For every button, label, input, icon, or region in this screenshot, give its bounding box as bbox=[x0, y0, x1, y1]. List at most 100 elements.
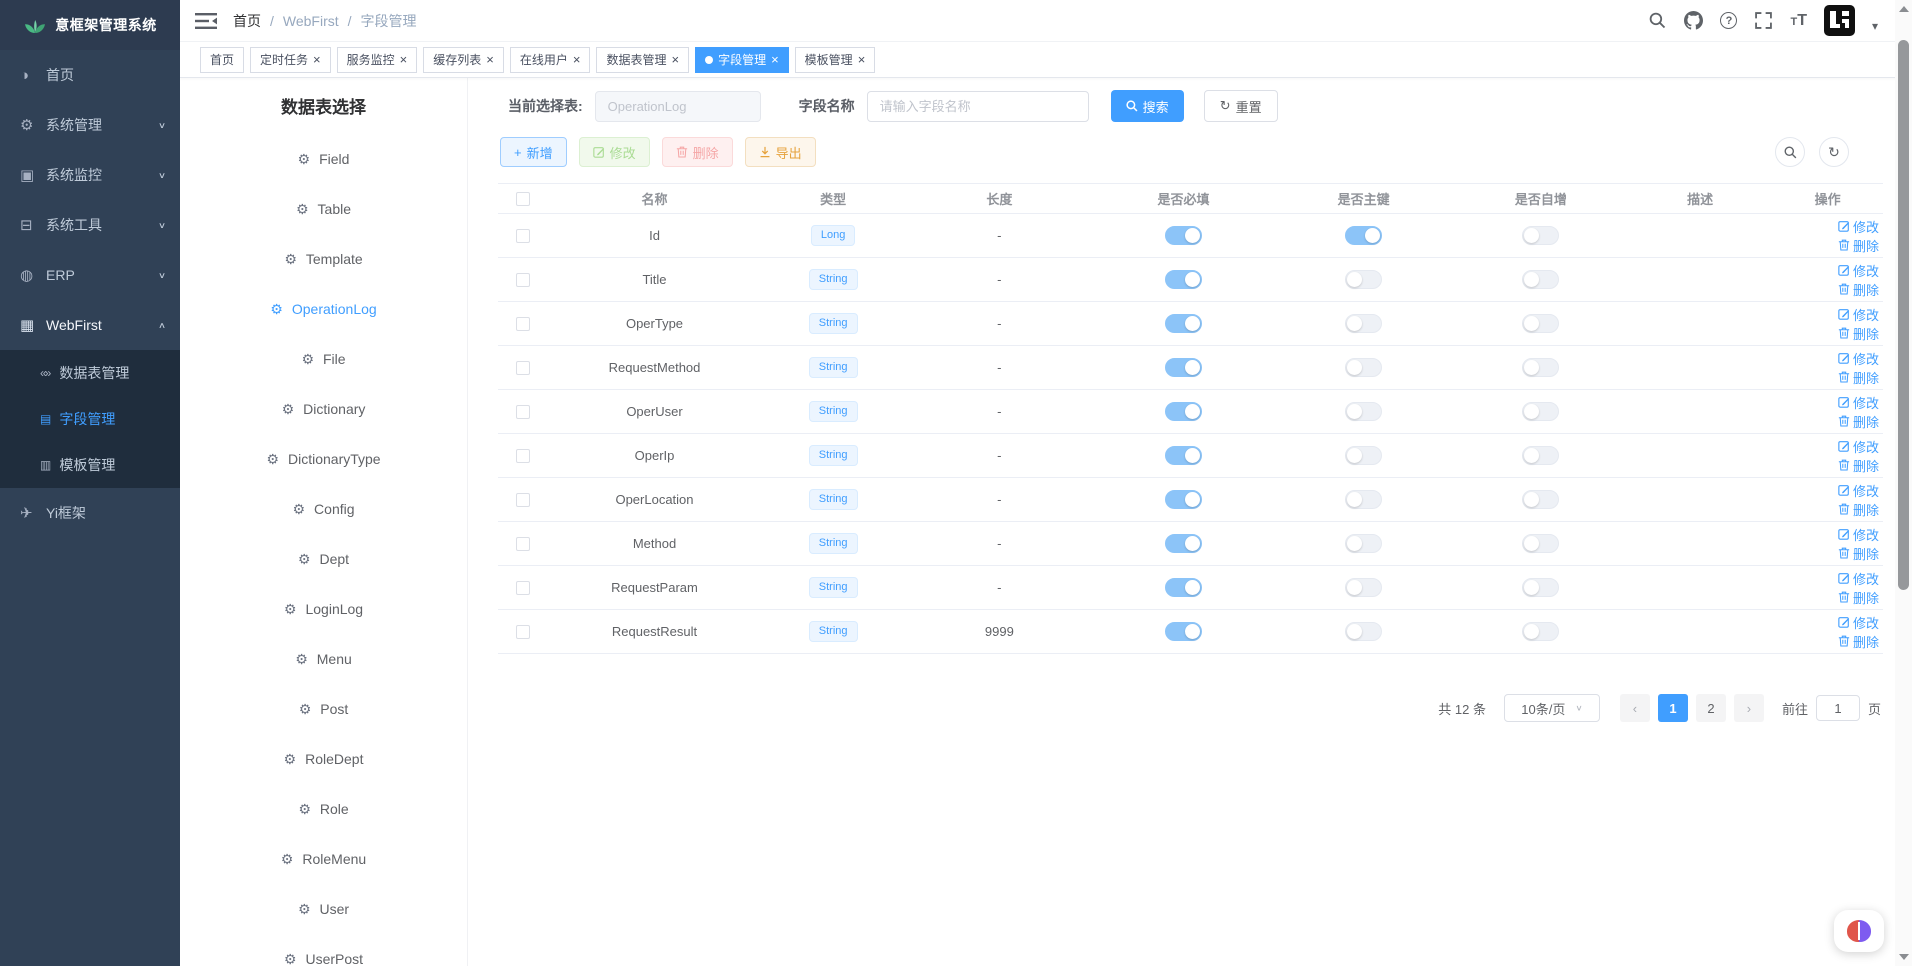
export-button[interactable]: 导出 bbox=[745, 137, 816, 167]
close-icon[interactable]: × bbox=[671, 53, 679, 66]
auto-increment-switch[interactable] bbox=[1522, 226, 1559, 245]
primary-key-switch[interactable] bbox=[1345, 578, 1382, 597]
row-edit-link[interactable]: 修改 bbox=[1838, 261, 1879, 280]
view-tab[interactable]: 在线用户 × bbox=[510, 47, 591, 73]
sidebar-item[interactable]: ⚙ 系统管理 ∨ bbox=[0, 100, 180, 150]
goto-page-input[interactable] bbox=[1816, 695, 1860, 721]
close-icon[interactable]: × bbox=[400, 53, 408, 66]
row-edit-link[interactable]: 修改 bbox=[1838, 349, 1879, 368]
row-delete-link[interactable]: 删除 bbox=[1838, 588, 1879, 607]
fullscreen-icon[interactable] bbox=[1754, 11, 1773, 30]
page-button-1[interactable]: 1 bbox=[1658, 694, 1688, 722]
primary-key-switch[interactable] bbox=[1345, 270, 1382, 289]
sidebar-item[interactable]: ◍ ERP ∨ bbox=[0, 250, 180, 300]
required-switch[interactable] bbox=[1165, 534, 1202, 553]
row-delete-link[interactable]: 删除 bbox=[1838, 544, 1879, 563]
row-checkbox[interactable] bbox=[516, 229, 530, 243]
required-switch[interactable] bbox=[1165, 402, 1202, 421]
tree-item[interactable]: ⚙ File bbox=[301, 334, 345, 384]
primary-key-switch[interactable] bbox=[1345, 490, 1382, 509]
refresh-icon[interactable]: ↻ bbox=[1819, 137, 1849, 167]
help-icon[interactable]: ? bbox=[1720, 12, 1737, 29]
primary-key-switch[interactable] bbox=[1345, 622, 1382, 641]
required-switch[interactable] bbox=[1165, 358, 1202, 377]
assistant-float-button[interactable] bbox=[1834, 910, 1884, 952]
row-delete-link[interactable]: 删除 bbox=[1838, 500, 1879, 519]
auto-increment-switch[interactable] bbox=[1522, 314, 1559, 333]
required-switch[interactable] bbox=[1165, 314, 1202, 333]
row-delete-link[interactable]: 删除 bbox=[1838, 280, 1879, 299]
row-checkbox[interactable] bbox=[516, 625, 530, 639]
tree-item[interactable]: ⚙ Template bbox=[284, 234, 362, 284]
required-switch[interactable] bbox=[1165, 578, 1202, 597]
sidebar-item[interactable]: ▦ WebFirst ∧ bbox=[0, 300, 180, 350]
scroll-down-icon[interactable] bbox=[1899, 954, 1909, 960]
scrollbar-thumb[interactable] bbox=[1898, 40, 1909, 590]
view-tab[interactable]: 服务监控 × bbox=[337, 47, 418, 73]
primary-key-switch[interactable] bbox=[1345, 226, 1382, 245]
search-icon[interactable] bbox=[1648, 11, 1667, 30]
row-delete-link[interactable]: 删除 bbox=[1838, 456, 1879, 475]
close-icon[interactable]: × bbox=[771, 53, 779, 66]
search-button[interactable]: 搜索 bbox=[1111, 90, 1184, 122]
required-switch[interactable] bbox=[1165, 446, 1202, 465]
view-tab[interactable]: 字段管理 × bbox=[695, 47, 789, 73]
required-switch[interactable] bbox=[1165, 490, 1202, 509]
auto-increment-switch[interactable] bbox=[1522, 490, 1559, 509]
user-avatar[interactable] bbox=[1824, 5, 1855, 36]
row-edit-link[interactable]: 修改 bbox=[1838, 437, 1879, 456]
view-tab[interactable]: 模板管理 × bbox=[795, 47, 876, 73]
auto-increment-switch[interactable] bbox=[1522, 534, 1559, 553]
primary-key-switch[interactable] bbox=[1345, 402, 1382, 421]
view-tab[interactable]: 首页 × bbox=[200, 47, 244, 73]
sidebar-item[interactable]: ▣ 系统监控 ∨ bbox=[0, 150, 180, 200]
tree-item[interactable]: ⚙ Dictionary bbox=[282, 384, 366, 434]
page-button-2[interactable]: 2 bbox=[1696, 694, 1726, 722]
breadcrumb-webfirst[interactable]: WebFirst bbox=[283, 13, 339, 29]
primary-key-switch[interactable] bbox=[1345, 358, 1382, 377]
edit-button[interactable]: 修改 bbox=[579, 137, 650, 167]
close-icon[interactable]: × bbox=[573, 53, 581, 66]
row-checkbox[interactable] bbox=[516, 581, 530, 595]
tree-item[interactable]: ⚙ RoleMenu bbox=[281, 834, 366, 884]
sidebar-subitem[interactable]: ▤ 字段管理 bbox=[0, 396, 180, 442]
auto-increment-switch[interactable] bbox=[1522, 446, 1559, 465]
tree-item[interactable]: ⚙ DictionaryType bbox=[266, 434, 380, 484]
tree-item[interactable]: ⚙ OperationLog bbox=[270, 284, 376, 334]
row-edit-link[interactable]: 修改 bbox=[1838, 569, 1879, 588]
font-size-icon[interactable]: TT bbox=[1790, 13, 1807, 29]
row-checkbox[interactable] bbox=[516, 537, 530, 551]
auto-increment-switch[interactable] bbox=[1522, 358, 1559, 377]
view-tab[interactable]: 缓存列表 × bbox=[423, 47, 504, 73]
tree-item[interactable]: ⚙ Menu bbox=[295, 634, 352, 684]
reset-button[interactable]: ↻ 重置 bbox=[1204, 90, 1278, 122]
tree-item[interactable]: ⚙ Table bbox=[296, 184, 351, 234]
required-switch[interactable] bbox=[1165, 622, 1202, 641]
row-checkbox[interactable] bbox=[516, 449, 530, 463]
sidebar-item[interactable]: ✈ Yi框架 bbox=[0, 488, 180, 538]
tree-item[interactable]: ⚙ RoleDept bbox=[284, 734, 364, 784]
close-icon[interactable]: × bbox=[858, 53, 866, 66]
view-tab[interactable]: 数据表管理 × bbox=[596, 47, 689, 73]
row-delete-link[interactable]: 删除 bbox=[1838, 236, 1879, 255]
primary-key-switch[interactable] bbox=[1345, 534, 1382, 553]
delete-button[interactable]: 删除 bbox=[662, 137, 733, 167]
window-scrollbar[interactable] bbox=[1895, 0, 1912, 966]
row-checkbox[interactable] bbox=[516, 361, 530, 375]
auto-increment-switch[interactable] bbox=[1522, 402, 1559, 421]
auto-increment-switch[interactable] bbox=[1522, 270, 1559, 289]
primary-key-switch[interactable] bbox=[1345, 446, 1382, 465]
row-checkbox[interactable] bbox=[516, 493, 530, 507]
row-checkbox[interactable] bbox=[516, 405, 530, 419]
sidebar-item[interactable]: ⊟ 系统工具 ∨ bbox=[0, 200, 180, 250]
row-edit-link[interactable]: 修改 bbox=[1838, 393, 1879, 412]
tree-item[interactable]: ⚙ User bbox=[298, 884, 349, 934]
prev-page-button[interactable]: ‹ bbox=[1620, 694, 1650, 722]
row-edit-link[interactable]: 修改 bbox=[1838, 481, 1879, 500]
hamburger-icon[interactable] bbox=[195, 12, 217, 30]
sidebar-subitem[interactable]: ▥ 模板管理 bbox=[0, 442, 180, 488]
required-switch[interactable] bbox=[1165, 270, 1202, 289]
primary-key-switch[interactable] bbox=[1345, 314, 1382, 333]
row-delete-link[interactable]: 删除 bbox=[1838, 412, 1879, 431]
github-icon[interactable] bbox=[1684, 11, 1703, 30]
